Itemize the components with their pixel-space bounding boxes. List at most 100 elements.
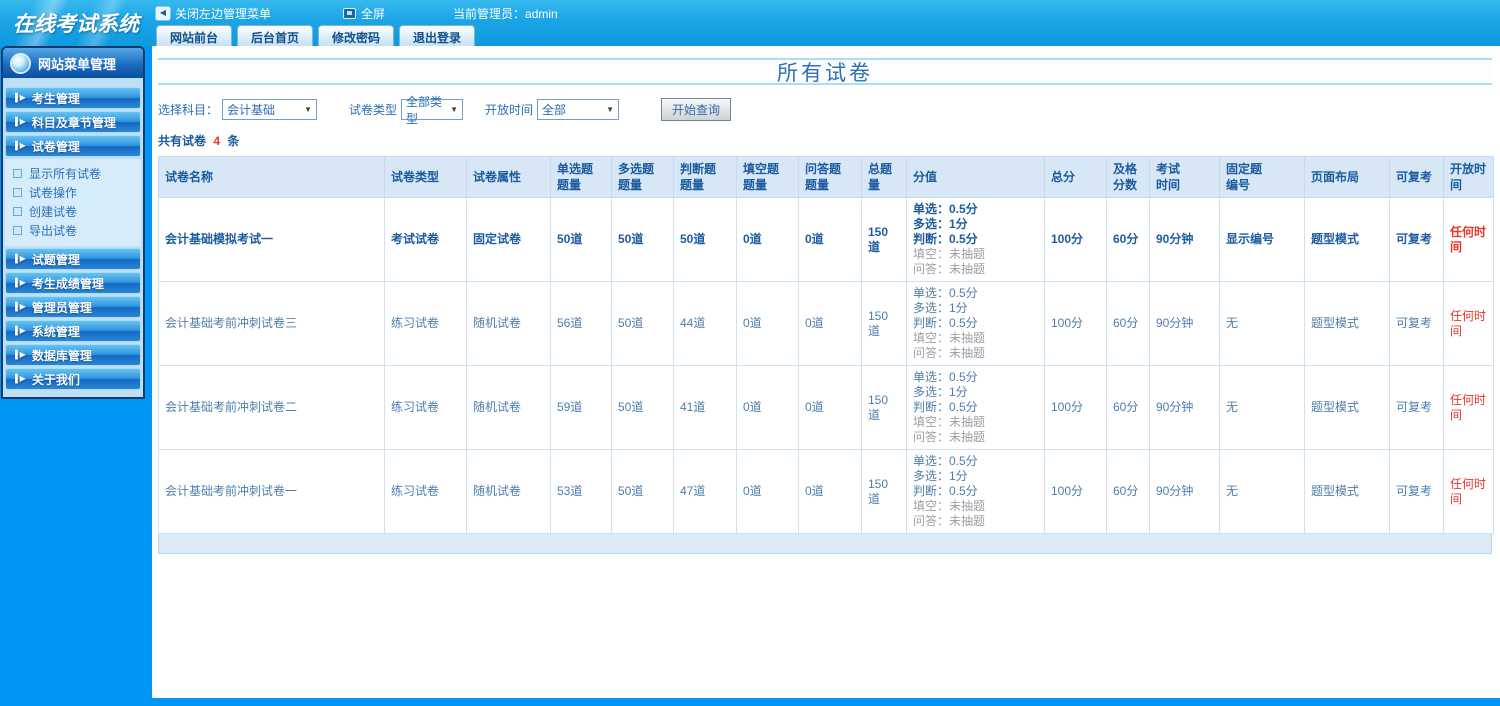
score-line: 单选：0.5分 bbox=[913, 286, 978, 300]
score-line: 单选：0.5分 bbox=[913, 370, 978, 384]
cell-score-values: 单选：0.5分 多选：1分 判断：0.5分 填空：未抽题 问答：未抽题 bbox=[906, 281, 1045, 366]
cell-fixed-number: 无 bbox=[1219, 365, 1305, 450]
cell-blank-count: 0道 bbox=[736, 365, 799, 450]
sidebar-item-examinee-management[interactable]: ▌▶ 考生管理 bbox=[5, 87, 141, 109]
cell-open-time: 任何时间 bbox=[1443, 281, 1494, 366]
play-icon: ▌▶ bbox=[15, 117, 26, 126]
square-bullet-icon bbox=[13, 207, 22, 216]
papers-table-head-row: 试卷名称 试卷类型 试卷属性 单选题 题量 多选题 题量 判断题 题量 填空题 题量 问答题 … bbox=[158, 156, 1494, 198]
score-line: 填空：未抽题 bbox=[913, 499, 986, 513]
cell-page-layout: 题型模式 bbox=[1304, 197, 1390, 282]
sidebar-item-examinee-score-management[interactable]: ▌▶ 考生成绩管理 bbox=[5, 272, 141, 294]
submenu-item-export-paper[interactable]: 导出试卷 bbox=[5, 221, 141, 240]
column-header: 试卷属性 bbox=[466, 156, 551, 198]
sidebar-groups-top: ▌▶ 考生管理 ▌▶ 科目及章节管理 ▌▶ 试卷管理 bbox=[3, 87, 143, 157]
cell-judge-count: 41道 bbox=[673, 365, 737, 450]
sidebar-item-label: 考生成绩管理 bbox=[31, 276, 104, 291]
cell-fixed-number: 显示编号 bbox=[1219, 197, 1305, 282]
score-line: 判断：0.5分 bbox=[913, 316, 978, 330]
score-line: 单选：0.5分 bbox=[913, 202, 978, 216]
cell-open-time: 任何时间 bbox=[1443, 365, 1494, 450]
sidebar-item-database-management[interactable]: ▌▶ 数据库管理 bbox=[5, 344, 141, 366]
close-left-menu-link[interactable]: ◀ 关闭左边管理菜单 bbox=[156, 5, 271, 22]
tab-logout[interactable]: 退出登录 bbox=[399, 25, 476, 46]
cell-multi-count: 50道 bbox=[611, 449, 674, 534]
sidebar-item-label: 关于我们 bbox=[31, 372, 80, 387]
sidebar-item-admin-management[interactable]: ▌▶ 管理员管理 bbox=[5, 296, 141, 318]
column-header: 试卷类型 bbox=[384, 156, 467, 198]
page-title: 所有试卷 bbox=[158, 58, 1492, 85]
cell-total-score: 100分 bbox=[1044, 197, 1107, 282]
sidebar-item-question-management[interactable]: ▌▶ 试题管理 bbox=[5, 248, 141, 270]
submenu-item-paper-operations[interactable]: 试卷操作 bbox=[5, 183, 141, 202]
column-header: 填空题 题量 bbox=[736, 156, 799, 198]
cell-total-score: 100分 bbox=[1044, 365, 1107, 450]
start-query-button[interactable]: 开始查询 bbox=[661, 98, 732, 121]
cell-open-time: 任何时间 bbox=[1443, 197, 1494, 282]
cell-pass-score: 60分 bbox=[1106, 197, 1150, 282]
column-header: 总题量 bbox=[861, 156, 907, 198]
fullscreen-icon bbox=[343, 7, 357, 19]
sidebar-header-label: 网站菜单管理 bbox=[38, 56, 117, 72]
tab-site-front[interactable]: 网站前台 bbox=[156, 25, 233, 46]
topbar-links: ◀ 关闭左边管理菜单 全屏 当前管理员：admin bbox=[156, 5, 558, 21]
square-bullet-icon bbox=[13, 169, 22, 178]
cell-exam-time: 90分钟 bbox=[1149, 449, 1220, 534]
cell-blank-count: 0道 bbox=[736, 197, 799, 282]
cell-retake: 可复考 bbox=[1389, 197, 1444, 282]
cell-open-time: 任何时间 bbox=[1443, 449, 1494, 534]
cell-retake: 可复考 bbox=[1389, 449, 1444, 534]
cell-exam-time: 90分钟 bbox=[1149, 281, 1220, 366]
cell-paper-type: 练习试卷 bbox=[384, 365, 467, 450]
cell-judge-count: 44道 bbox=[673, 281, 737, 366]
square-bullet-icon bbox=[13, 226, 22, 235]
paper-type-select[interactable]: 全部类型 ▼ bbox=[401, 95, 464, 126]
submenu-item-create-paper[interactable]: 创建试卷 bbox=[5, 202, 141, 221]
chevron-down-icon: ▼ bbox=[606, 105, 615, 114]
cell-total-score: 100分 bbox=[1044, 449, 1107, 534]
submenu-item-label: 显示所有试卷 bbox=[29, 167, 102, 181]
cell-score-values: 单选：0.5分 多选：1分 判断：0.5分 填空：未抽题 问答：未抽题 bbox=[906, 197, 1045, 282]
table-footer-bar bbox=[158, 534, 1492, 554]
sidebar-item-paper-management[interactable]: ▌▶ 试卷管理 bbox=[5, 135, 141, 157]
cell-total-count: 150道 bbox=[861, 281, 907, 366]
score-line: 多选：1分 bbox=[913, 385, 968, 399]
submenu-item-label: 导出试卷 bbox=[29, 224, 78, 238]
cell-multi-count: 50道 bbox=[611, 365, 674, 450]
cell-retake: 可复考 bbox=[1389, 281, 1444, 366]
cell-pass-score: 60分 bbox=[1106, 365, 1150, 450]
cell-fixed-number: 无 bbox=[1219, 449, 1305, 534]
column-header: 单选题 题量 bbox=[550, 156, 612, 198]
column-header: 总分 bbox=[1044, 156, 1107, 198]
cell-exam-time: 90分钟 bbox=[1149, 197, 1220, 282]
cell-exam-time: 90分钟 bbox=[1149, 365, 1220, 450]
submenu-item-show-all-papers[interactable]: 显示所有试卷 bbox=[5, 164, 141, 183]
sidebar-item-subject-chapter-management[interactable]: ▌▶ 科目及章节管理 bbox=[5, 111, 141, 133]
fullscreen-link[interactable]: 全屏 bbox=[343, 5, 385, 22]
play-icon: ▌▶ bbox=[15, 278, 26, 287]
subject-filter-label: 选择科目： bbox=[158, 103, 219, 117]
sidebar-item-label: 科目及章节管理 bbox=[31, 115, 116, 130]
square-bullet-icon bbox=[13, 188, 22, 197]
sidebar-header: 网站菜单管理 bbox=[3, 48, 143, 78]
sidebar-item-label: 管理员管理 bbox=[31, 300, 92, 315]
sidebar-item-about-us[interactable]: ▌▶ 关于我们 bbox=[5, 368, 141, 390]
footer-bar bbox=[0, 698, 1500, 706]
tab-change-password[interactable]: 修改密码 bbox=[318, 25, 395, 46]
submenu-item-label: 创建试卷 bbox=[29, 205, 78, 219]
open-time-select[interactable]: 全部 ▼ bbox=[537, 99, 620, 120]
column-header: 及格 分数 bbox=[1106, 156, 1150, 198]
summary-count: 4 bbox=[213, 134, 221, 148]
cell-score-values: 单选：0.5分 多选：1分 判断：0.5分 填空：未抽题 问答：未抽题 bbox=[906, 449, 1045, 534]
topbar-tabs: 网站前台 后台首页 修改密码 退出登录 bbox=[156, 25, 476, 46]
sidebar-item-system-management[interactable]: ▌▶ 系统管理 bbox=[5, 320, 141, 342]
cell-single-count: 59道 bbox=[550, 365, 612, 450]
tab-admin-home[interactable]: 后台首页 bbox=[237, 25, 314, 46]
sidebar-item-label: 系统管理 bbox=[31, 324, 80, 339]
score-line: 多选：1分 bbox=[913, 469, 968, 483]
column-header: 可复考 bbox=[1389, 156, 1444, 198]
cell-paper-name: 会计基础考前冲刺试卷二 bbox=[158, 365, 385, 450]
subject-select[interactable]: 会计基础 ▼ bbox=[222, 99, 318, 120]
summary-prefix: 共有试卷 bbox=[158, 134, 207, 148]
score-line: 填空：未抽题 bbox=[913, 415, 986, 429]
